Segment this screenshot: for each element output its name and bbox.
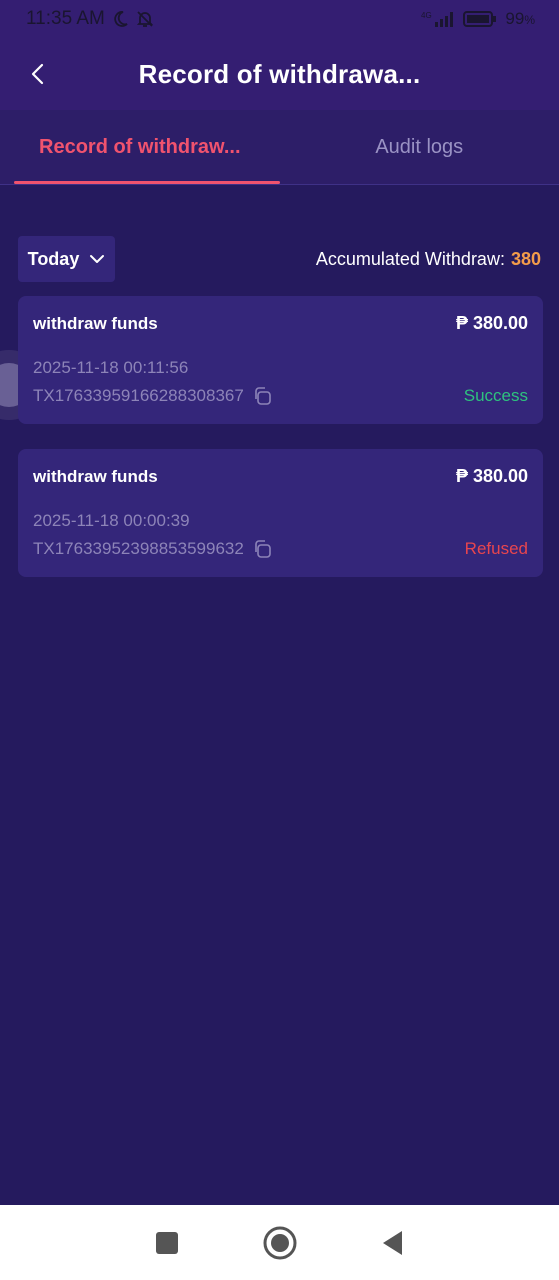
record-status: Success bbox=[463, 386, 528, 405]
withdraw-record-card[interactable]: withdraw funds ₱ 380.00 2025-11-18 00:11… bbox=[18, 296, 543, 424]
record-txid: TX17633952398853599632 bbox=[33, 539, 244, 558]
date-filter-dropdown[interactable]: Today bbox=[18, 236, 115, 282]
withdraw-record-card[interactable]: withdraw funds ₱ 380.00 2025-11-18 00:00… bbox=[18, 449, 543, 577]
withdraw-record-list: withdraw funds ₱ 380.00 2025-11-18 00:11… bbox=[18, 296, 543, 602]
tab-label: Audit logs bbox=[375, 135, 464, 158]
copy-icon[interactable] bbox=[252, 386, 272, 406]
tab-record-of-withdraw[interactable]: Record of withdraw... bbox=[0, 110, 280, 184]
circle-icon bbox=[263, 1226, 296, 1259]
record-txid: TX17633959166288308367 bbox=[33, 386, 244, 405]
network-type: 4G bbox=[421, 11, 432, 20]
record-date: 2025-11-18 00:00:39 bbox=[33, 511, 190, 530]
record-amount: ₱ 380.00 bbox=[455, 466, 528, 486]
battery-level: 99% bbox=[505, 9, 535, 28]
status-time: 11:35 AM bbox=[26, 8, 105, 29]
record-amount: ₱ 380.00 bbox=[455, 313, 528, 333]
battery-icon bbox=[463, 11, 497, 27]
square-icon bbox=[155, 1231, 178, 1254]
record-date: 2025-11-18 00:11:56 bbox=[33, 358, 189, 377]
tab-label: Record of withdraw... bbox=[39, 135, 241, 158]
accumulated-label: Accumulated Withdraw: bbox=[315, 248, 505, 269]
record-status: Refused bbox=[464, 539, 528, 558]
tab-bar: Record of withdraw... Audit logs bbox=[0, 110, 559, 185]
back-nav-button[interactable] bbox=[373, 1223, 413, 1263]
accumulated-withdraw: Accumulated Withdraw: 380 bbox=[316, 249, 541, 270]
chevron-left-icon bbox=[31, 63, 44, 85]
system-nav-bar bbox=[0, 1205, 559, 1280]
signal-icon: 4G bbox=[421, 10, 455, 28]
accumulated-value: 380 bbox=[510, 248, 541, 269]
status-left: 11:35 AM bbox=[26, 8, 155, 30]
active-tab-indicator bbox=[14, 181, 280, 184]
record-title: withdraw funds bbox=[33, 313, 158, 333]
record-title: withdraw funds bbox=[33, 466, 158, 486]
recent-apps-button[interactable] bbox=[147, 1223, 187, 1263]
page-title: Record of withdrawa... bbox=[138, 58, 421, 89]
copy-icon[interactable] bbox=[252, 539, 272, 559]
status-right: 4G 99% bbox=[421, 9, 535, 29]
chevron-down-icon bbox=[90, 255, 105, 263]
status-bar: 11:35 AM 4G 99% bbox=[0, 0, 559, 38]
back-button[interactable] bbox=[22, 56, 54, 92]
app-header: Record of withdrawa... bbox=[0, 38, 559, 110]
tab-audit-logs[interactable]: Audit logs bbox=[280, 110, 559, 184]
date-filter-label: Today bbox=[27, 248, 80, 269]
home-button[interactable] bbox=[260, 1223, 300, 1263]
moon-icon bbox=[111, 10, 129, 28]
filter-row: Today Accumulated Withdraw: 380 bbox=[18, 236, 541, 282]
triangle-back-icon bbox=[382, 1230, 402, 1255]
bell-off-icon bbox=[135, 9, 155, 29]
